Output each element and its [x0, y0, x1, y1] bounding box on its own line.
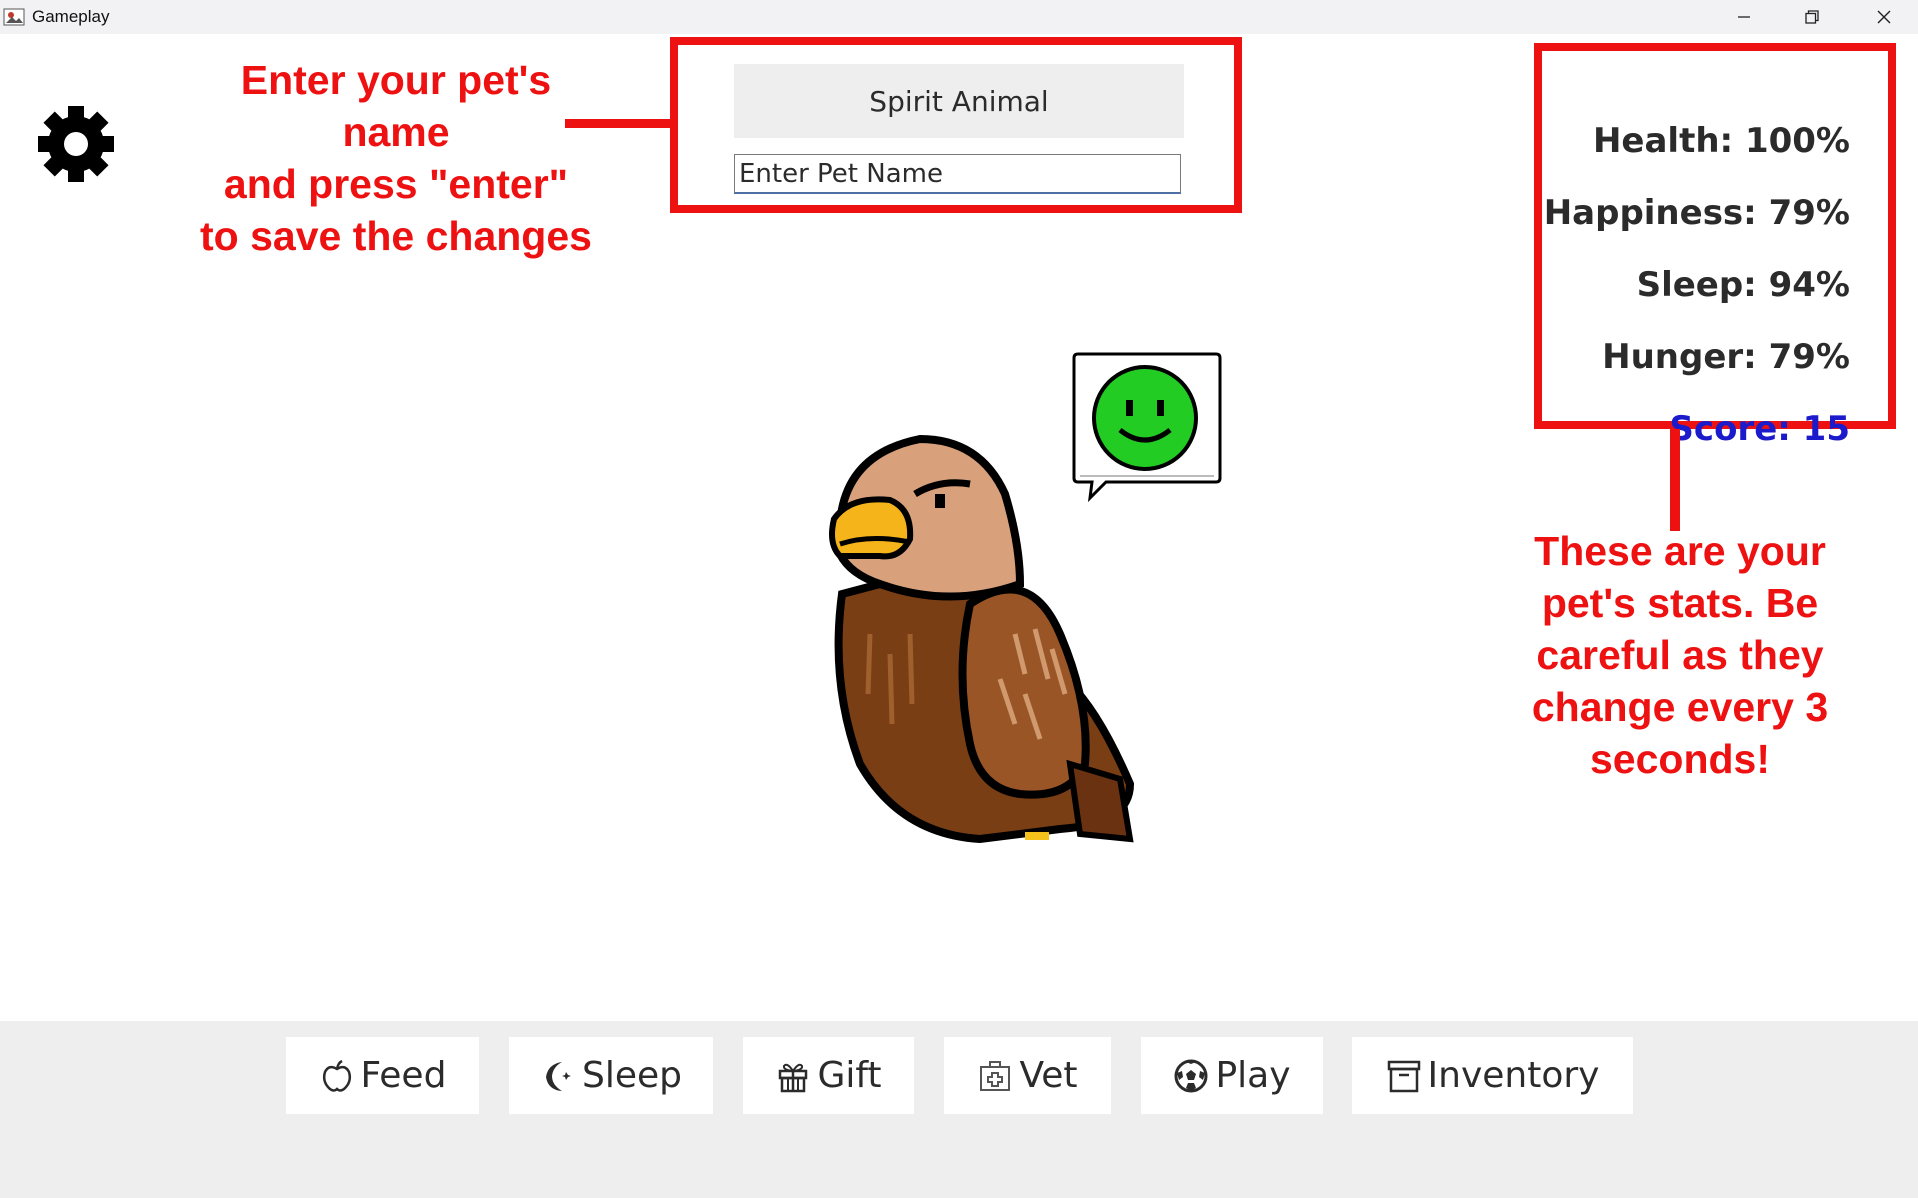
- stats-help-annotation: These are your pet's stats. Be careful a…: [1531, 528, 1829, 782]
- play-button[interactable]: Play: [1141, 1037, 1323, 1114]
- restore-icon: [1805, 10, 1819, 24]
- moon-icon: [545, 1061, 571, 1091]
- vet-button-label: Vet: [1019, 1055, 1078, 1096]
- gift-icon: [779, 1063, 808, 1092]
- feed-button[interactable]: Feed: [286, 1037, 479, 1114]
- health-stat: Health: 100%: [1592, 121, 1850, 161]
- gear-icon[interactable]: [34, 102, 118, 186]
- close-icon: [1877, 10, 1891, 24]
- sleep-stat: Sleep: 94%: [1636, 265, 1850, 305]
- title-bar: Gameplay: [0, 0, 1918, 35]
- stats-panel: Health: 100% Happiness: 79% Sleep: 94% H…: [1534, 43, 1896, 449]
- close-button[interactable]: [1850, 0, 1918, 34]
- apple-icon: [322, 1059, 351, 1092]
- name-help-annotation: Enter your pet's name and press "enter" …: [200, 57, 592, 259]
- pet-name-input[interactable]: [734, 154, 1181, 194]
- pet-eagle-sprite: [829, 434, 1135, 844]
- restore-button[interactable]: [1778, 0, 1846, 34]
- stats-help-connector: [1670, 429, 1680, 531]
- soccer-ball-icon: [1174, 1059, 1208, 1092]
- sleep-button[interactable]: Sleep: [509, 1037, 713, 1114]
- name-help-connector: [565, 119, 673, 128]
- vet-button[interactable]: Vet: [944, 1037, 1111, 1114]
- inventory-button[interactable]: Inventory: [1352, 1037, 1633, 1114]
- inventory-button-label: Inventory: [1427, 1055, 1600, 1096]
- gift-button[interactable]: Gift: [743, 1037, 914, 1114]
- gift-button-label: Gift: [817, 1055, 882, 1096]
- window-title: Gameplay: [32, 7, 110, 26]
- minimize-icon: [1738, 16, 1750, 18]
- play-button-label: Play: [1215, 1055, 1291, 1096]
- feed-button-label: Feed: [360, 1055, 447, 1096]
- sleep-button-label: Sleep: [581, 1055, 682, 1096]
- archive-box-icon: [1387, 1060, 1420, 1092]
- hunger-stat: Hunger: 79%: [1602, 337, 1850, 377]
- happiness-stat: Happiness: 79%: [1543, 193, 1850, 233]
- app-icon: [3, 8, 25, 26]
- pet-name-label: Spirit Animal: [734, 64, 1184, 138]
- minimize-button[interactable]: [1710, 0, 1778, 34]
- score-stat: Score: 15: [1669, 409, 1850, 449]
- medical-kit-icon: [980, 1060, 1011, 1091]
